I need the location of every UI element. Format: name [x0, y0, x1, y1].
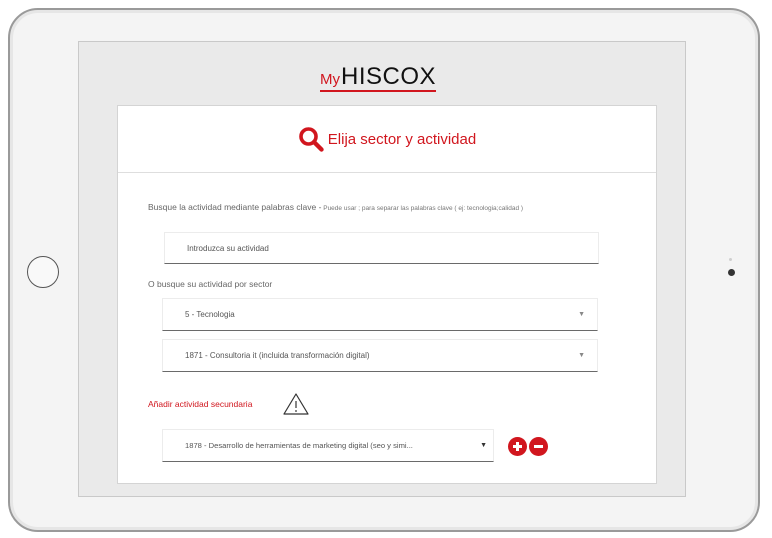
keyword-search-placeholder: Introduzca su actividad — [187, 243, 269, 253]
remove-activity-button[interactable] — [529, 437, 548, 456]
logo-prefix: My — [320, 71, 340, 88]
add-secondary-activity-link[interactable]: Añadir actividad secundaria — [148, 399, 252, 409]
keyword-hint: Puede usar ; para separar las palabras c… — [321, 205, 524, 212]
keyword-search-input[interactable]: Introduzca su actividad — [164, 232, 599, 264]
secondary-activity-value: 1878 - Desarrollo de herramientas de mar… — [185, 441, 413, 450]
logo: My HISCOX — [320, 59, 437, 92]
add-activity-button[interactable] — [508, 437, 527, 456]
camera-dot — [728, 269, 735, 276]
sensor-dot — [729, 258, 732, 261]
logo-brand: HISCOX — [341, 63, 437, 90]
home-button[interactable] — [27, 256, 59, 288]
sector-select[interactable]: 5 - Tecnologia ▼ — [162, 298, 598, 331]
card-title: Elija sector y actividad — [327, 130, 477, 148]
search-icon — [298, 127, 324, 152]
keyword-label-text: Busque la actividad mediante palabras cl… — [148, 202, 322, 212]
warning-icon — [283, 393, 309, 415]
screen: My HISCOX Elija sector y actividad Busqu… — [78, 41, 686, 497]
plus-icon-vertical — [516, 442, 519, 451]
chevron-down-icon: ▼ — [578, 311, 585, 318]
chevron-down-icon: ▼ — [578, 352, 585, 359]
chevron-down-icon: ▼ — [480, 442, 487, 449]
minus-icon — [534, 445, 543, 448]
keyword-label: Busque la actividad mediante palabras cl… — [148, 202, 558, 214]
activity-select-value: 1871 - Consultoria it (incluida transfor… — [185, 351, 370, 360]
activity-select[interactable]: 1871 - Consultoria it (incluida transfor… — [162, 339, 598, 372]
sector-select-value: 5 - Tecnologia — [185, 310, 235, 319]
sector-search-label: O busque su actividad por sector — [148, 279, 273, 289]
card-header: Elija sector y actividad — [118, 106, 656, 173]
secondary-activity-select[interactable]: 1878 - Desarrollo de herramientas de mar… — [162, 429, 494, 462]
activity-card: Elija sector y actividad Busque la activ… — [117, 105, 657, 484]
